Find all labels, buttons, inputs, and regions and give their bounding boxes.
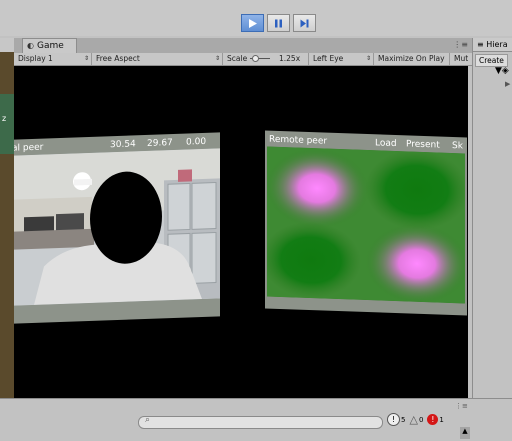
play-button[interactable] [241, 14, 264, 32]
remote-video-feed [267, 146, 465, 304]
chevron-down-icon: ⇕ [365, 55, 371, 62]
chevron-down-icon: ⇕ [83, 55, 89, 62]
scene-root-item[interactable]: ▼◈ [495, 66, 509, 76]
local-stat-1: 30.54 [110, 139, 136, 151]
console-menu-icon[interactable]: ⋮≡ [455, 402, 468, 410]
game-icon: ◐ [27, 41, 34, 50]
local-stat-2: 29.67 [147, 138, 173, 149]
create-label: Create [479, 56, 504, 65]
game-controls: Display 1 ⇕ Free Aspect ⇕ Scale 1.25x Le… [14, 53, 472, 66]
play-icon [249, 18, 257, 28]
error-count-toggle[interactable]: ! 1 [427, 414, 444, 425]
present-button[interactable]: Present [406, 139, 440, 150]
scale-value: 1.25x [279, 54, 301, 63]
error-count: 1 [439, 415, 444, 424]
chevron-down-icon: ⇕ [214, 55, 220, 62]
tab-game[interactable]: ◐ Game [22, 38, 77, 53]
info-icon: ! [387, 413, 400, 426]
local-stat-3: 0.00 [186, 136, 207, 148]
eye-select[interactable]: Left Eye ⇕ [309, 53, 374, 65]
eye-select-label: Left Eye [313, 54, 344, 63]
warning-icon: △ [409, 413, 418, 426]
aspect-select[interactable]: Free Aspect ⇕ [92, 53, 223, 65]
hierarchy-icon: ≡ [477, 40, 484, 49]
tab-hierarchy-label: Hiera [486, 40, 508, 49]
remote-video-image [267, 146, 465, 304]
display-select-label: Display 1 [18, 54, 53, 63]
warning-count-toggle[interactable]: △ 0 [409, 413, 423, 426]
mute-label: Mut [454, 54, 469, 63]
local-peer-title: al peer [14, 142, 44, 154]
console-search-input[interactable]: ⌕ [138, 415, 383, 429]
console-bar: ⋮≡ ⌕ ! 5 △ 0 ! 1 ▲ [0, 398, 512, 441]
hierarchy-panel: ≡ Hiera Create ▼◈ ▶ [472, 38, 512, 398]
search-icon: ⌕ [145, 415, 151, 425]
expand-arrow-icon[interactable]: ▶ [505, 80, 510, 88]
info-count: 5 [401, 415, 406, 424]
main-toolbar [0, 0, 512, 36]
local-video-feed [14, 148, 220, 306]
error-icon: ! [427, 414, 439, 425]
remote-peer-title: Remote peer [269, 134, 328, 147]
maximize-toggle[interactable]: Maximize On Play [374, 53, 450, 65]
scene-axis-label: z [2, 114, 7, 123]
maximize-label: Maximize On Play [378, 54, 445, 63]
step-icon [300, 19, 309, 27]
game-view[interactable]: al peer 30.54 29.67 0.00 Remote peer Loa… [14, 66, 468, 398]
load-button[interactable]: Load [375, 138, 397, 149]
scroll-up-arrow[interactable]: ▲ [460, 427, 470, 439]
skip-button[interactable]: Sk [452, 141, 463, 151]
step-button[interactable] [293, 14, 316, 32]
tab-game-label: Game [36, 41, 64, 51]
scene-view-strip: z [0, 38, 14, 398]
pause-icon [275, 19, 282, 27]
panel-menu-icon[interactable]: ⋮≡ [453, 40, 468, 49]
local-peer-panel: al peer 30.54 29.67 0.00 [14, 132, 220, 324]
console-counters: ! 5 △ 0 ! 1 [387, 413, 444, 426]
local-video-image [14, 148, 220, 306]
tab-hierarchy[interactable]: ≡ Hiera [473, 38, 512, 52]
scene-tab-edge[interactable] [0, 38, 14, 52]
pause-button[interactable] [267, 14, 290, 32]
aspect-select-label: Free Aspect [96, 54, 140, 63]
info-count-toggle[interactable]: ! 5 [387, 413, 405, 426]
scale-label: Scale [227, 54, 248, 63]
scale-control[interactable]: Scale 1.25x [223, 53, 309, 65]
mute-toggle[interactable]: Mut [450, 53, 472, 65]
warning-count: 0 [418, 415, 424, 424]
display-select[interactable]: Display 1 ⇕ [14, 53, 92, 65]
game-tabbar: ◐ Game ⋮≡ [14, 38, 472, 54]
scale-slider-thumb[interactable] [252, 55, 259, 62]
remote-peer-panel: Remote peer Load Present Sk [265, 130, 467, 316]
scene-ground [0, 94, 14, 154]
